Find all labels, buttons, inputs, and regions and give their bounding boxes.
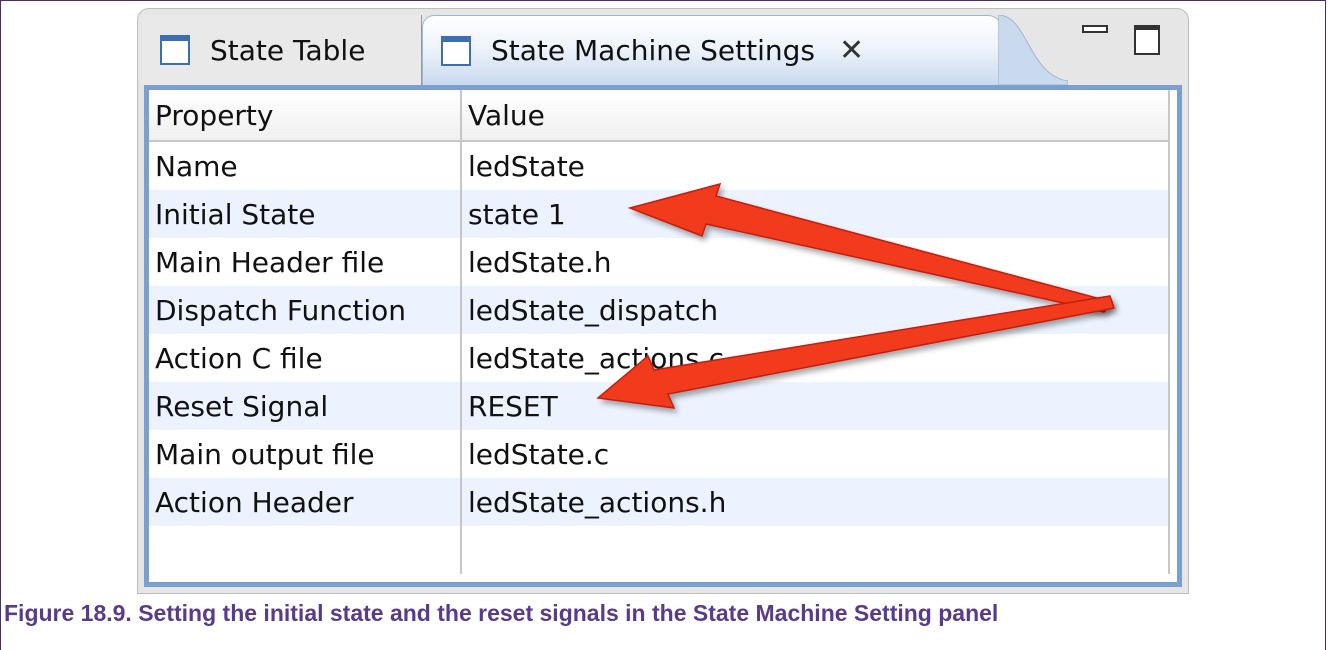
property-cell[interactable]: Main output file [149, 430, 462, 478]
property-cell[interactable]: Dispatch Function [149, 286, 462, 334]
maximize-icon[interactable] [1134, 25, 1160, 55]
column-header-value[interactable]: Value [461, 90, 1170, 142]
value-cell[interactable]: ledState_actions.h [461, 478, 1170, 526]
value-cell[interactable]: ledState [461, 141, 1170, 190]
tab-state-table[interactable]: State Table [142, 15, 422, 85]
property-cell[interactable]: Action C file [149, 334, 462, 382]
table-row[interactable]: Dispatch Function ledState_dispatch [149, 286, 1170, 334]
value-cell[interactable]: state 1 [461, 190, 1170, 238]
table-row[interactable]: Initial State state 1 [149, 190, 1170, 238]
view-icon [441, 35, 471, 66]
tab-label: State Table [210, 33, 366, 67]
property-cell[interactable]: Name [149, 141, 462, 190]
property-cell[interactable]: Initial State [149, 190, 462, 238]
properties-table: Property Value Name ledState Initial Sta… [149, 90, 1170, 574]
table-row[interactable]: Action C file ledState_actions.c [149, 334, 1170, 382]
minimize-icon[interactable] [1082, 25, 1108, 33]
tab-curve [998, 15, 1068, 85]
column-header-property[interactable]: Property [149, 90, 462, 142]
settings-view-panel: State Table State Machine Settings ✕ Pro… [137, 8, 1189, 594]
tab-label: State Machine Settings [491, 34, 815, 67]
tab-strip: State Table State Machine Settings ✕ [138, 9, 1188, 85]
table-row[interactable]: Main Header file ledState.h [149, 238, 1170, 286]
value-cell[interactable]: ledState_actions.c [461, 334, 1170, 382]
property-cell[interactable]: Action Header [149, 478, 462, 526]
value-cell[interactable]: ledState_dispatch [461, 286, 1170, 334]
property-cell[interactable]: Main Header file [149, 238, 462, 286]
figure-caption: Figure 18.9. Setting the initial state a… [4, 600, 999, 626]
property-cell[interactable]: Reset Signal [149, 382, 462, 430]
tab-state-machine-settings[interactable]: State Machine Settings ✕ [422, 15, 1002, 85]
table-row-empty[interactable] [149, 526, 1170, 574]
table-row[interactable]: Main output file ledState.c [149, 430, 1170, 478]
table-header-row: Property Value [149, 90, 1170, 142]
value-cell[interactable]: RESET [461, 382, 1170, 430]
value-cell[interactable] [461, 526, 1170, 574]
table-row[interactable]: Action Header ledState_actions.h [149, 478, 1170, 526]
property-cell[interactable] [149, 526, 462, 574]
view-icon [160, 35, 190, 65]
value-cell[interactable]: ledState.h [461, 238, 1170, 286]
close-icon[interactable]: ✕ [839, 33, 864, 68]
table-row[interactable]: Name ledState [149, 141, 1170, 190]
table-row[interactable]: Reset Signal RESET [149, 382, 1170, 430]
properties-table-frame: Property Value Name ledState Initial Sta… [144, 85, 1182, 587]
value-cell[interactable]: ledState.c [461, 430, 1170, 478]
